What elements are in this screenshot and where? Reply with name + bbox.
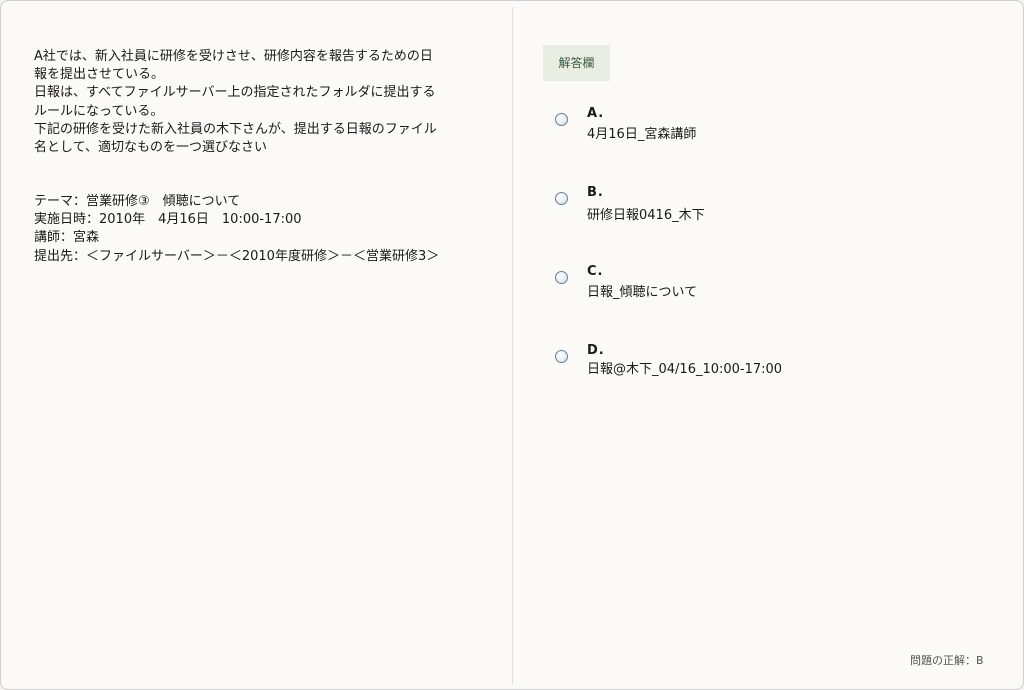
- question-line: 名として、適切なものを一つ選びなさい: [34, 140, 267, 156]
- radio-button-d[interactable]: [555, 350, 568, 363]
- training-info: テーマ：営業研修③ 傾聴について 実施日時：2010年 4月16日 10:00-…: [34, 193, 504, 266]
- option-text: 4月16日_宮森講師: [587, 127, 697, 142]
- question-line: ルールになっている。: [34, 103, 164, 119]
- question-line: 下記の研修を受けた新入社員の木下さんが、提出する日報のファイル: [34, 121, 437, 137]
- question-line: 日報は、すべてファイルサーバー上の指定されたフォルダに提出する: [34, 85, 436, 101]
- question-line: A社では、新入社員に研修を受けさせ、研修内容を報告するための日: [34, 49, 433, 64]
- option-a[interactable]: A. 4月16日_宮森講師: [553, 106, 973, 150]
- quiz-frame: A社では、新入社員に研修を受けさせ、研修内容を報告するための日 報を提出させてい…: [0, 0, 1024, 690]
- option-text: 日報_傾聴について: [587, 285, 698, 300]
- option-letter: D.: [587, 343, 605, 358]
- option-c[interactable]: C. 日報_傾聴について: [553, 264, 973, 308]
- option-letter: B.: [587, 185, 604, 200]
- option-d[interactable]: D. 日報@木下_04/16_10:00-17:00: [553, 343, 973, 387]
- info-instructor: 講師：宮森: [34, 230, 100, 246]
- radio-button-a[interactable]: [555, 113, 568, 126]
- question-text: A社では、新入社員に研修を受けさせ、研修内容を報告するための日 報を提出させてい…: [34, 48, 494, 157]
- correct-answer-text: 問題の正解：B: [910, 654, 984, 667]
- option-b[interactable]: B. 研修日報0416_木下: [553, 185, 973, 229]
- answer-panel-label: 解答欄: [543, 45, 610, 81]
- option-letter: C.: [587, 264, 604, 279]
- panel-divider: [512, 7, 513, 685]
- info-theme: テーマ：営業研修③ 傾聴について: [34, 194, 241, 209]
- info-destination: 提出先：＜ファイルサーバー＞－＜2010年度研修＞－＜営業研修3＞: [34, 248, 440, 264]
- option-letter: A.: [587, 106, 605, 121]
- option-text: 研修日報0416_木下: [587, 208, 705, 223]
- radio-button-b[interactable]: [555, 192, 568, 205]
- info-datetime: 実施日時：2010年 4月16日 10:00-17:00: [34, 212, 302, 228]
- question-line: 報を提出させている。: [34, 67, 165, 83]
- radio-button-c[interactable]: [555, 271, 568, 284]
- option-text: 日報@木下_04/16_10:00-17:00: [587, 362, 783, 377]
